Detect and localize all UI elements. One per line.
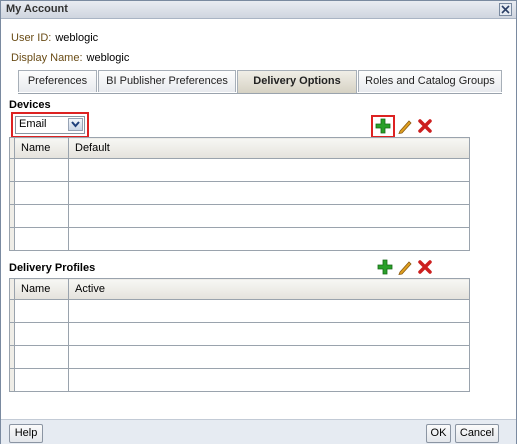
display-name-label: Display Name:: [11, 52, 83, 64]
table-cell: [68, 181, 470, 205]
table-cell: [14, 368, 69, 392]
delete-profile-button[interactable]: [417, 259, 433, 275]
table-cell: [14, 299, 69, 323]
table-cell: [68, 368, 470, 392]
table-row: [9, 345, 470, 369]
tab-roles-and-catalog-groups[interactable]: Roles and Catalog Groups: [358, 70, 502, 92]
add-icon: [377, 259, 393, 275]
table-row: [9, 158, 470, 182]
edit-device-button[interactable]: [397, 118, 413, 135]
table-cell: [14, 322, 69, 346]
table-cell: [14, 227, 69, 251]
column-header-name[interactable]: Name: [14, 278, 69, 300]
device-type-value: Email: [19, 118, 47, 130]
column-header-default[interactable]: Default: [68, 137, 470, 159]
help-button[interactable]: Help: [9, 424, 43, 443]
delete-icon: [418, 260, 432, 274]
delete-device-button[interactable]: [417, 118, 433, 134]
edit-profile-button[interactable]: [397, 259, 413, 276]
ok-button[interactable]: OK: [426, 424, 451, 443]
title-bar: My Account: [1, 1, 516, 19]
table-header-row: Name Active: [9, 278, 470, 300]
table-row: [9, 181, 470, 205]
device-type-select[interactable]: Email: [15, 116, 85, 134]
close-button[interactable]: [499, 3, 512, 16]
table-cell: [68, 299, 470, 323]
delete-icon: [418, 119, 432, 133]
table-cell: [68, 204, 470, 228]
tab-bi-publisher-preferences[interactable]: BI Publisher Preferences: [98, 70, 236, 92]
table-cell: [14, 181, 69, 205]
table-row: [9, 322, 470, 346]
add-device-button[interactable]: [375, 118, 391, 134]
table-cell: [68, 345, 470, 369]
table-cell: [68, 322, 470, 346]
display-name-field: Display Name: weblogic: [11, 52, 129, 64]
dialog-title: My Account: [6, 3, 68, 15]
edit-icon: [398, 261, 412, 276]
edit-icon: [398, 120, 412, 135]
devices-table: Name Default: [9, 137, 470, 251]
table-header-row: Name Default: [9, 137, 470, 159]
user-id-field: User ID: weblogic: [11, 32, 98, 44]
display-name-value: weblogic: [86, 52, 130, 64]
my-account-dialog: My Account User ID: weblogic Display Name…: [0, 0, 517, 444]
table-row: [9, 299, 470, 323]
user-id-value: weblogic: [55, 32, 99, 44]
table-row: [9, 227, 470, 251]
table-cell: [14, 158, 69, 182]
tab-bar: Preferences BI Publisher Preferences Del…: [18, 70, 502, 94]
column-header-name[interactable]: Name: [14, 137, 69, 159]
table-cell: [14, 204, 69, 228]
table-row: [9, 204, 470, 228]
table-cell: [68, 227, 470, 251]
add-profile-button[interactable]: [377, 259, 393, 275]
table-cell: [14, 345, 69, 369]
delivery-profiles-label: Delivery Profiles: [9, 262, 96, 274]
tab-delivery-options[interactable]: Delivery Options: [237, 70, 357, 93]
close-icon: [501, 5, 510, 14]
devices-label: Devices: [9, 99, 51, 111]
tab-preferences[interactable]: Preferences: [18, 70, 97, 92]
table-row: [9, 368, 470, 392]
column-header-active[interactable]: Active: [68, 278, 470, 300]
dialog-footer: Help OK Cancel: [1, 419, 516, 444]
chevron-down-icon: [68, 118, 83, 131]
delivery-profiles-table: Name Active: [9, 278, 470, 392]
device-type-highlight: Email: [11, 112, 89, 138]
add-icon: [375, 118, 391, 134]
user-id-label: User ID:: [11, 32, 52, 44]
cancel-button[interactable]: Cancel: [455, 424, 499, 443]
table-cell: [68, 158, 470, 182]
